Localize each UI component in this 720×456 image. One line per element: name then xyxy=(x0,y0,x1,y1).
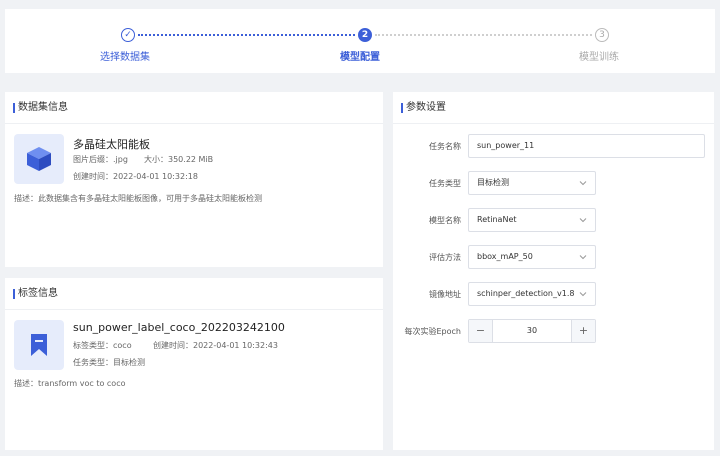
image-address-value: schinper_detection_v1.8 xyxy=(477,289,575,298)
label-description: 描述：transform voc to coco xyxy=(14,379,126,388)
task-type-label: 任务类型 xyxy=(429,179,461,188)
label-name: sun_power_label_coco_202203242100 xyxy=(73,321,285,334)
label-panel-title: 标签信息 xyxy=(5,278,383,310)
label-created-value: 2022-04-01 10:32:43 xyxy=(193,341,278,350)
bookmark-icon xyxy=(31,334,47,356)
epoch-label: 每次实验Epoch xyxy=(404,327,462,336)
task-type-select[interactable]: 目标检测 xyxy=(468,171,596,195)
step-3-marker: 3 xyxy=(595,28,609,42)
type-label: 标签类型： xyxy=(73,341,113,350)
epoch-increment-button[interactable]: + xyxy=(571,320,595,342)
label-info-panel: 标签信息 sun_power_label_coco_202203242100 标… xyxy=(5,278,383,450)
model-name-value: RetinaNet xyxy=(477,215,517,224)
dataset-name: 多晶硅太阳能板 xyxy=(73,138,150,151)
label-task: 任务类型：目标检测 xyxy=(73,357,145,368)
task-value: 目标检测 xyxy=(113,358,145,367)
dataset-created: 创建时间：2022-04-01 10:32:18 xyxy=(73,171,198,182)
dataset-description: 描述：此数据集含有多晶硅太阳能板图像，可用于多晶硅太阳能板检测 xyxy=(14,194,262,203)
step-1-check-icon[interactable]: ✓ xyxy=(121,28,135,42)
cube-icon xyxy=(27,147,51,171)
dataset-thumbnail xyxy=(14,134,64,184)
step-2-label[interactable]: 模型配置 xyxy=(340,48,380,63)
label-thumbnail xyxy=(14,320,64,370)
params-panel: 参数设置 任务名称 sun_power_11 任务类型 目标检测 模型名称 Re… xyxy=(393,92,714,450)
task-name-label: 任务名称 xyxy=(429,142,461,151)
dataset-size: 大小：350.22 MiB xyxy=(144,154,213,165)
step-1-label[interactable]: 选择数据集 xyxy=(100,48,150,63)
task-label: 任务类型： xyxy=(73,358,113,367)
chevron-down-icon xyxy=(579,255,587,260)
created-label: 创建时间： xyxy=(73,172,113,181)
model-name-select[interactable]: RetinaNet xyxy=(468,208,596,232)
eval-method-value: bbox_mAP_50 xyxy=(477,252,533,261)
step-connector-pending xyxy=(375,34,592,36)
created-value: 2022-04-01 10:32:18 xyxy=(113,172,198,181)
epoch-stepper: − 30 + xyxy=(468,319,596,343)
eval-method-label: 评估方法 xyxy=(429,253,461,262)
epoch-value[interactable]: 30 xyxy=(493,320,571,342)
epoch-decrement-button[interactable]: − xyxy=(469,320,493,342)
chevron-down-icon xyxy=(579,181,587,186)
stepper: ✓ 2 3 选择数据集 模型配置 模型训练 xyxy=(5,9,715,73)
format-value: .jpg xyxy=(113,155,128,164)
eval-method-select[interactable]: bbox_mAP_50 xyxy=(468,245,596,269)
size-label: 大小： xyxy=(144,155,168,164)
dataset-format: 图片后缀：.jpg xyxy=(73,154,128,165)
chevron-down-icon xyxy=(579,292,587,297)
task-name-input[interactable]: sun_power_11 xyxy=(468,134,705,158)
size-value: 350.22 MiB xyxy=(168,155,214,164)
image-address-select[interactable]: schinper_detection_v1.8 xyxy=(468,282,596,306)
step-2-marker[interactable]: 2 xyxy=(358,28,372,42)
task-type-value: 目标检测 xyxy=(477,178,509,187)
params-panel-title: 参数设置 xyxy=(393,92,714,124)
label-created-label: 创建时间： xyxy=(153,341,193,350)
chevron-down-icon xyxy=(579,218,587,223)
label-created: 创建时间：2022-04-01 10:32:43 xyxy=(153,340,278,351)
type-value: coco xyxy=(113,341,132,350)
model-name-label: 模型名称 xyxy=(429,216,461,225)
dataset-panel-title: 数据集信息 xyxy=(5,92,383,124)
dataset-info-panel: 数据集信息 多晶硅太阳能板 图片后缀：.jpg 大小：350.22 MiB 创建… xyxy=(5,92,383,267)
step-3-label: 模型训练 xyxy=(579,52,619,63)
format-label: 图片后缀： xyxy=(73,155,113,164)
step-connector-done xyxy=(138,34,355,36)
image-address-label: 镜像地址 xyxy=(429,290,461,299)
label-type: 标签类型：coco xyxy=(73,340,132,351)
